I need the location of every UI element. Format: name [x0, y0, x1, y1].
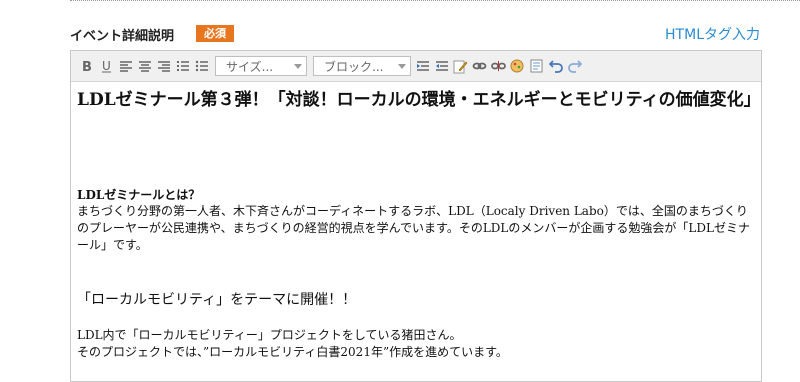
section2-line1: LDL内で「ローカルモビリティー」プロジェクトをしている猪田さん。: [77, 328, 462, 342]
rich-text-editor: B U サイズ... ブロック... LDLゼミナール第３弾！「対談！ローカルの…: [70, 50, 762, 382]
unordered-list-button[interactable]: [193, 58, 210, 75]
chevron-down-icon: [398, 64, 406, 69]
outdent-button[interactable]: [414, 58, 431, 75]
bold-icon: B: [82, 60, 92, 73]
undo-icon: [548, 60, 563, 73]
insert-table-button[interactable]: [528, 58, 545, 75]
bold-button[interactable]: B: [79, 58, 96, 75]
insert-link-button[interactable]: [471, 58, 488, 75]
underline-icon: U: [102, 59, 111, 73]
ordered-list-button[interactable]: [174, 58, 191, 75]
undo-button[interactable]: [547, 58, 564, 75]
font-size-select-label: サイズ...: [226, 59, 274, 74]
ordered-list-icon: [176, 61, 189, 71]
editor-toolbar: B U サイズ... ブロック...: [71, 51, 761, 82]
font-size-select[interactable]: サイズ...: [215, 56, 307, 76]
block-format-select-label: ブロック...: [324, 59, 384, 74]
unordered-list-icon: [195, 60, 208, 72]
pencil-icon: [453, 60, 468, 73]
align-left-icon: [119, 61, 132, 72]
redo-button[interactable]: [566, 58, 583, 75]
document-icon: [530, 59, 543, 73]
content-title: LDLゼミナール第３弾！「対談！ローカルの環境・エネルギーとモビリティの価値変化…: [77, 90, 761, 110]
block-format-select[interactable]: ブロック...: [313, 56, 411, 76]
align-center-icon: [138, 61, 151, 72]
outdent-icon: [416, 61, 429, 71]
align-left-button[interactable]: [117, 58, 134, 75]
unlink-icon: [491, 61, 506, 71]
edit-style-button[interactable]: [452, 58, 469, 75]
align-right-icon: [157, 61, 170, 72]
svg-text:U: U: [102, 59, 111, 73]
align-right-button[interactable]: [155, 58, 172, 75]
chevron-down-icon: [294, 64, 302, 69]
field-header: イベント詳細説明 必須 HTMLタグ入力: [70, 22, 760, 44]
indent-icon: [435, 61, 448, 71]
remove-link-button[interactable]: [490, 58, 507, 75]
indent-button[interactable]: [433, 58, 450, 75]
image-icon: [510, 59, 524, 73]
html-tag-input-link[interactable]: HTMLタグ入力: [665, 24, 760, 44]
svg-text:B: B: [82, 60, 92, 73]
section2-heading: 「ローカルモビリティ」をテーマに開催！！: [77, 292, 357, 308]
underline-button[interactable]: U: [98, 58, 115, 75]
redo-icon: [567, 60, 582, 73]
section1-body: まちづくり分野の第一人者、木下斉さんがコーディネートするラボ、LDL（Local…: [77, 204, 750, 252]
align-center-button[interactable]: [136, 58, 153, 75]
section2-line2: そのプロジェクトでは、”ローカルモビリティ白書2021年”作成を進めています。: [77, 345, 508, 359]
section1-heading: LDLゼミナールとは？: [77, 188, 201, 202]
link-icon: [472, 62, 487, 70]
field-label: イベント詳細説明: [70, 29, 175, 44]
required-badge: 必須: [196, 25, 234, 42]
top-divider: [70, 0, 800, 1]
insert-image-button[interactable]: [509, 58, 526, 75]
